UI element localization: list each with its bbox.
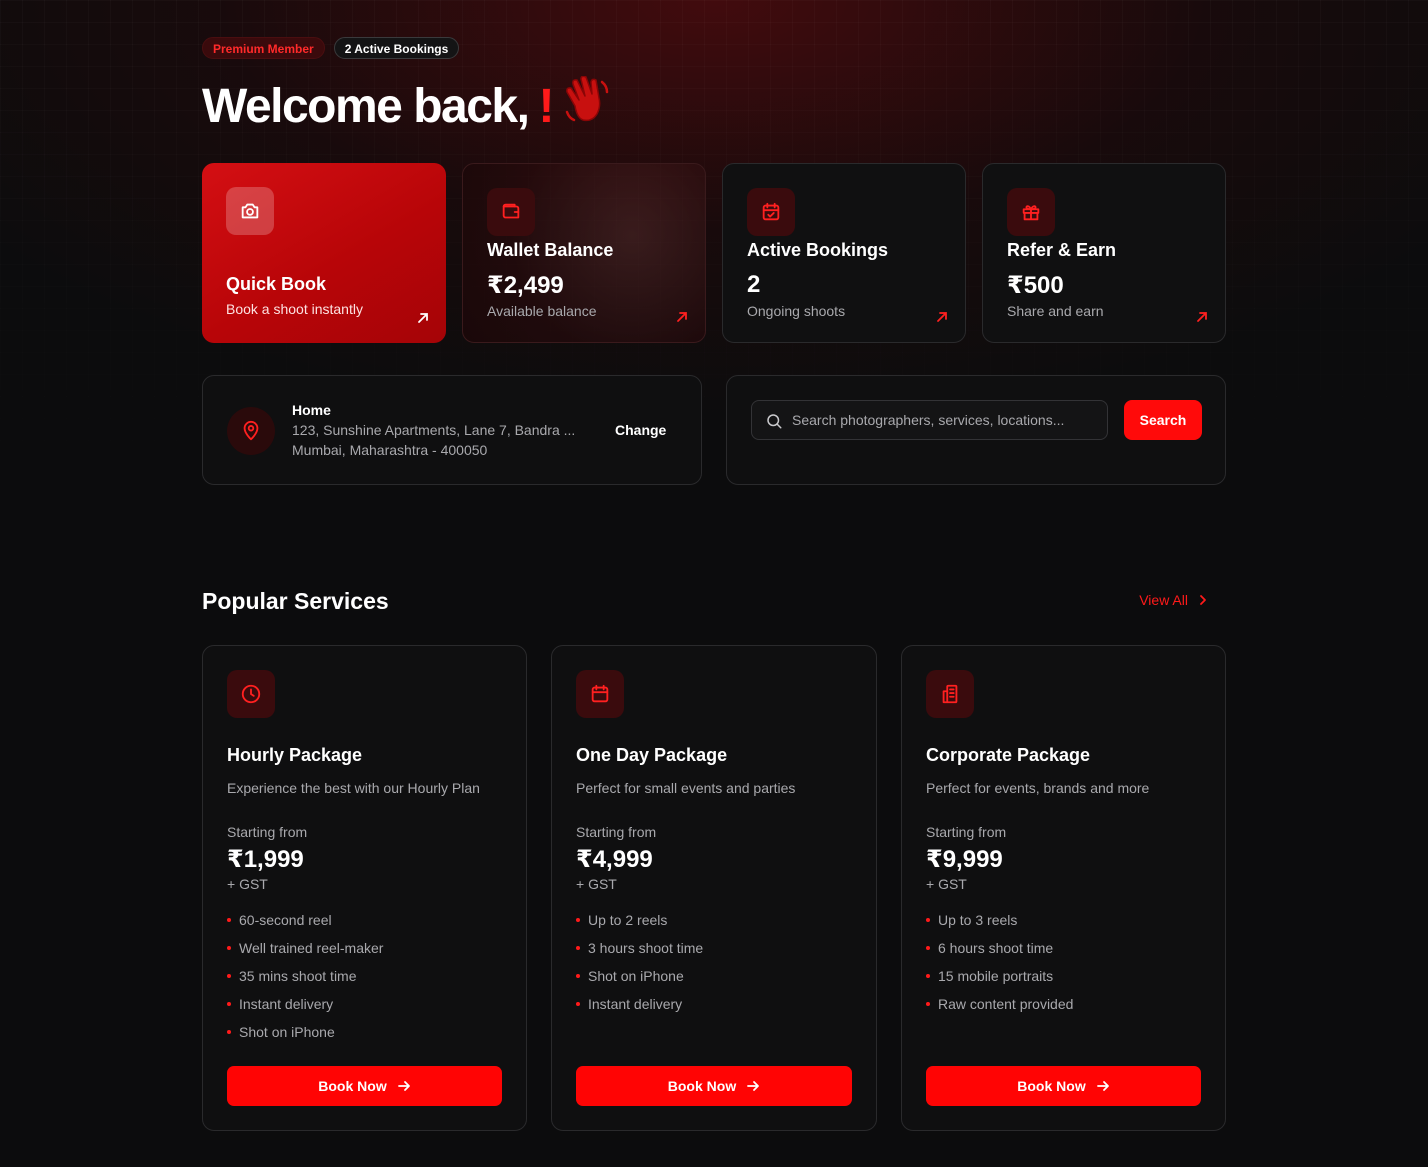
service-price: ₹1,999 <box>227 846 304 873</box>
clock-icon <box>227 670 275 718</box>
arrow-right-icon <box>397 1081 410 1091</box>
premium-member-badge: Premium Member <box>202 37 325 59</box>
location-card: Home 123, Sunshine Apartments, Lane 7, B… <box>202 375 702 485</box>
service-desc: Experience the best with our Hourly Plan <box>227 780 480 796</box>
feature-item: Up to 2 reels <box>576 910 703 938</box>
chevron-right-icon <box>1200 595 1206 605</box>
service-name: Corporate Package <box>926 745 1091 765</box>
feature-item: Instant delivery <box>576 994 703 1022</box>
map-pin-icon <box>227 407 275 455</box>
refer-sub: Share and earn <box>1007 303 1104 319</box>
address-line-2: Mumbai, Maharashtra - 400050 <box>292 442 488 458</box>
quick-book-title: Quick Book <box>226 274 327 294</box>
bookings-title: Active Bookings <box>747 240 889 260</box>
view-all-link[interactable]: View All <box>1139 592 1208 608</box>
service-desc: Perfect for events, brands and more <box>926 780 1150 796</box>
feature-list: Up to 2 reels 3 hours shoot time Shot on… <box>576 910 703 1022</box>
feature-item: Raw content provided <box>926 994 1073 1022</box>
wallet-value: ₹2,499 <box>487 272 564 299</box>
wallet-sub: Available balance <box>487 303 597 319</box>
search-field <box>751 400 1108 440</box>
feature-list: Up to 3 reels 6 hours shoot time 15 mobi… <box>926 910 1073 1022</box>
arrow-up-right-icon <box>1197 312 1207 322</box>
waving-hand-icon <box>561 75 613 136</box>
book-now-label: Book Now <box>318 1078 387 1094</box>
search-icon <box>767 414 782 429</box>
building-icon <box>926 670 974 718</box>
active-bookings-badge: 2 Active Bookings <box>333 37 460 59</box>
quick-book-sub: Book a shoot instantly <box>226 301 363 317</box>
bookings-value: 2 <box>747 271 761 298</box>
arrow-right-icon <box>747 1081 760 1091</box>
refer-title: Refer & Earn <box>1007 240 1117 260</box>
feature-item: 35 mins shoot time <box>227 966 383 994</box>
welcome-heading: Welcome back, ! <box>202 75 613 136</box>
gst-label: + GST <box>227 876 268 892</box>
bookings-sub: Ongoing shoots <box>747 303 846 319</box>
service-name: Hourly Package <box>227 745 363 765</box>
service-price: ₹4,999 <box>576 846 653 873</box>
quick-book-card[interactable]: Quick Book Book a shoot instantly <box>202 163 446 343</box>
calendar-icon <box>576 670 624 718</box>
feature-item: 60-second reel <box>227 910 383 938</box>
service-card-one-day: One Day Package Perfect for small events… <box>551 645 877 1131</box>
book-now-button[interactable]: Book Now <box>926 1066 1201 1106</box>
refer-earn-card[interactable]: Refer & Earn ₹500 Share and earn <box>982 163 1226 343</box>
book-now-button[interactable]: Book Now <box>576 1066 852 1106</box>
address-line-1: 123, Sunshine Apartments, Lane 7, Bandra… <box>292 422 576 438</box>
header-badges: Premium Member 2 Active Bookings <box>202 37 460 59</box>
arrow-up-right-icon <box>937 312 947 322</box>
book-now-label: Book Now <box>1017 1078 1086 1094</box>
gift-icon <box>1007 188 1055 236</box>
feature-item: 6 hours shoot time <box>926 938 1073 966</box>
change-location-button[interactable]: Change <box>615 422 666 438</box>
camera-icon <box>226 187 274 235</box>
gst-label: + GST <box>576 876 617 892</box>
arrow-right-icon <box>1096 1081 1109 1091</box>
book-now-button[interactable]: Book Now <box>227 1066 502 1106</box>
refer-value: ₹500 <box>1007 272 1064 299</box>
service-card-hourly: Hourly Package Experience the best with … <box>202 645 527 1131</box>
calendar-check-icon <box>747 188 795 236</box>
search-card: Search <box>726 375 1226 485</box>
service-name: One Day Package <box>576 745 728 765</box>
feature-item: Shot on iPhone <box>576 966 703 994</box>
starting-from-label: Starting from <box>576 824 657 840</box>
feature-list: 60-second reel Well trained reel-maker 3… <box>227 910 383 1050</box>
feature-item: Up to 3 reels <box>926 910 1073 938</box>
welcome-punct: ! <box>538 79 554 133</box>
search-input[interactable] <box>792 401 1102 439</box>
quick-stats: Quick Book Book a shoot instantly Wallet… <box>202 163 1226 343</box>
search-button[interactable]: Search <box>1124 400 1202 440</box>
service-price: ₹9,999 <box>926 846 1003 873</box>
wallet-icon <box>487 188 535 236</box>
active-bookings-card[interactable]: Active Bookings 2 Ongoing shoots <box>722 163 966 343</box>
book-now-label: Book Now <box>667 1078 737 1094</box>
arrow-up-right-icon <box>418 313 428 323</box>
feature-item: Instant delivery <box>227 994 383 1022</box>
feature-item: 15 mobile portraits <box>926 966 1073 994</box>
wallet-title: Wallet Balance <box>487 240 614 260</box>
feature-item: Well trained reel-maker <box>227 938 383 966</box>
starting-from-label: Starting from <box>926 824 1007 840</box>
arrow-up-right-icon <box>677 312 687 322</box>
service-card-corporate: Corporate Package Perfect for events, br… <box>901 645 1226 1131</box>
wallet-balance-card[interactable]: Wallet Balance ₹2,499 Available balance <box>462 163 706 343</box>
service-desc: Perfect for small events and parties <box>576 780 796 796</box>
gst-label: + GST <box>926 876 967 892</box>
starting-from-label: Starting from <box>227 824 308 840</box>
welcome-text: Welcome back, <box>202 79 530 133</box>
location-label: Home <box>292 402 331 418</box>
feature-item: Shot on iPhone <box>227 1022 383 1050</box>
view-all-label: View All <box>1139 592 1188 608</box>
feature-item: 3 hours shoot time <box>576 938 703 966</box>
popular-services-title: Popular Services <box>202 588 389 614</box>
